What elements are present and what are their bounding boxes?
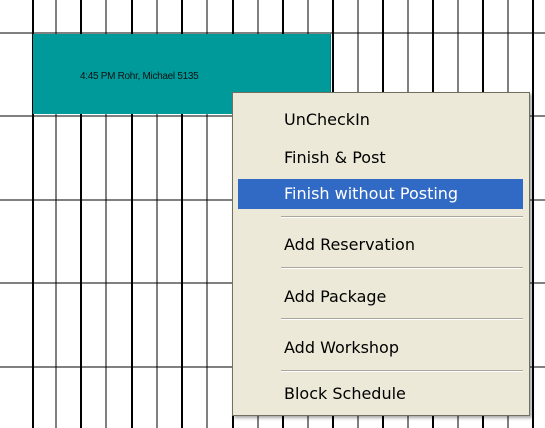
menu-item-finish-and-post[interactable]: Finish & Post [238, 143, 523, 173]
menu-item-finish-without-posting[interactable]: Finish without Posting [238, 179, 523, 209]
appointment-label: 4:45 PM Rohr, Michael 5135 [80, 71, 199, 82]
menu-item-add-package[interactable]: Add Package [238, 282, 523, 312]
menu-item-block-schedule[interactable]: Block Schedule [238, 379, 523, 409]
menu-separator [281, 318, 523, 320]
menu-item-add-workshop[interactable]: Add Workshop [238, 333, 523, 363]
menu-item-add-reservation[interactable]: Add Reservation [238, 230, 523, 260]
context-menu: UnCheckIn Finish & Post Finish without P… [232, 92, 530, 416]
menu-item-uncheckin[interactable]: UnCheckIn [238, 105, 523, 135]
menu-separator [281, 216, 523, 218]
menu-separator [281, 370, 523, 372]
menu-separator [281, 267, 523, 269]
